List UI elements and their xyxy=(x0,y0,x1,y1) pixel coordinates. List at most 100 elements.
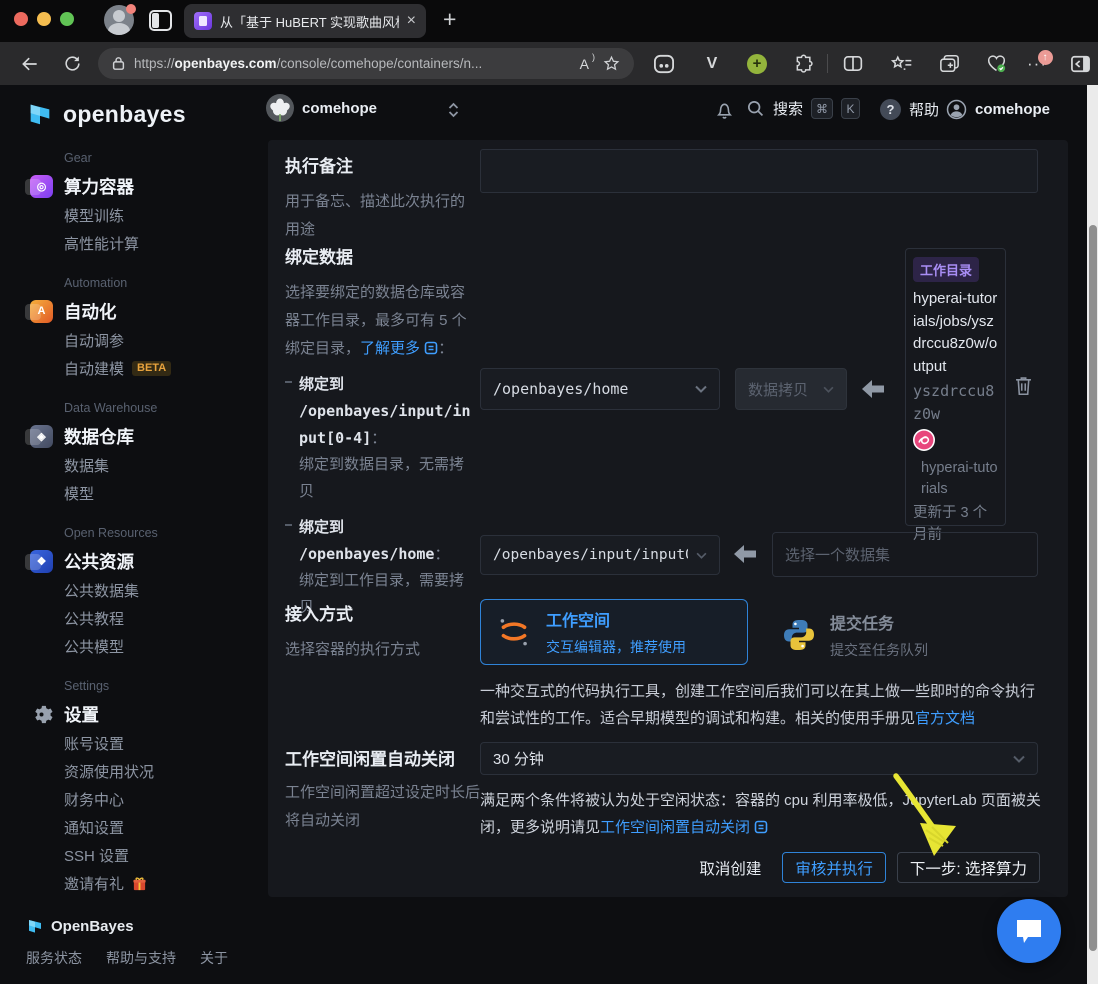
extensions-puzzle-icon[interactable] xyxy=(786,42,822,85)
read-aloud-icon[interactable]: A xyxy=(580,56,594,72)
access-option-workspace[interactable]: 工作空间 交互编辑器，推荐使用 xyxy=(480,599,748,665)
idle-docs-link[interactable]: 工作空间闲置自动关闭 xyxy=(600,819,750,836)
sidebar-item-notification-settings[interactable]: 通知设置 xyxy=(64,817,268,838)
new-tab-button[interactable]: + xyxy=(443,6,456,33)
search-button[interactable]: 搜索 ⌘ K xyxy=(746,98,860,119)
browser-essentials-icon[interactable] xyxy=(978,42,1014,85)
review-and-run-button[interactable]: 审核并执行 xyxy=(782,852,886,883)
tab-actions-icon[interactable] xyxy=(931,42,967,85)
more-menu-icon[interactable]: ···↑ xyxy=(1019,42,1055,85)
access-option-task[interactable]: 提交任务 提交至任务队列 xyxy=(781,610,928,660)
sidebar-item-models[interactable]: 模型 xyxy=(64,483,268,504)
beta-badge: BETA xyxy=(132,361,171,376)
sidebar-item-settings[interactable]: 设置 xyxy=(30,702,268,726)
workdir-path: hyperai-tutorials/jobs/yszdrccu8z0w/outp… xyxy=(913,288,998,378)
sidebar-item-resource-usage[interactable]: 资源使用状况 xyxy=(64,761,268,782)
form-actions: 取消创建 审核并执行 下一步: 选择算力 xyxy=(689,852,1040,883)
openbayes-logo-icon xyxy=(26,100,54,128)
footer-brand[interactable]: OpenBayes xyxy=(26,917,228,935)
footer-link-status[interactable]: 服务状态 xyxy=(26,948,82,968)
workspace-option-desc: 交互编辑器，推荐使用 xyxy=(546,637,686,657)
dataset-select[interactable]: 选择一个数据集 xyxy=(772,532,1038,577)
footer-link-support[interactable]: 帮助与支持 xyxy=(106,948,176,968)
side-panel-icon[interactable] xyxy=(1062,42,1098,85)
sidebar-item-referral[interactable]: 邀请有礼 xyxy=(64,873,268,894)
cancel-button[interactable]: 取消创建 xyxy=(689,852,771,883)
trash-icon[interactable] xyxy=(1013,374,1034,402)
workspace-selector[interactable]: comehope xyxy=(266,94,377,122)
binding-label: 绑定数据 xyxy=(285,243,471,268)
minimize-window-button[interactable] xyxy=(37,12,51,26)
jupyter-icon xyxy=(495,613,533,651)
sidebar-item-datasets[interactable]: 数据集 xyxy=(64,455,268,476)
help-label: 帮助 xyxy=(909,99,939,120)
footer-link-about[interactable]: 关于 xyxy=(200,948,228,968)
workdir-job-id: yszdrccu8z0w xyxy=(913,380,998,425)
next-step-button[interactable]: 下一步: 选择算力 xyxy=(897,852,1040,883)
doc-link-icon[interactable] xyxy=(754,820,768,834)
docs-link[interactable]: 官方文档 xyxy=(915,710,975,727)
reload-icon[interactable] xyxy=(54,42,90,85)
maximize-window-button[interactable] xyxy=(60,12,74,26)
chevron-down-icon xyxy=(823,386,834,393)
user-menu[interactable]: comehope xyxy=(946,99,1050,120)
doc-link-icon[interactable] xyxy=(424,341,438,355)
workspace-chevrons-icon[interactable] xyxy=(448,102,459,123)
dark-reader-icon[interactable]: V xyxy=(694,42,730,85)
sidebar-item-containers[interactable]: ◎ 算力容器 xyxy=(30,174,268,198)
lock-icon xyxy=(112,56,125,71)
sidebar-item-public-datasets[interactable]: 公共数据集 xyxy=(64,580,268,601)
tab-switcher-icon[interactable] xyxy=(149,10,172,31)
collections-icon[interactable] xyxy=(884,42,920,85)
sidebar-item-public-tutorials[interactable]: 公共教程 xyxy=(64,608,268,629)
sidebar: openbayes Gear ◎ 算力容器 模型训练 高性能计算 Automat… xyxy=(0,85,268,984)
copy-mode-select[interactable]: 数据拷贝 xyxy=(735,368,847,410)
access-note: 一种交互式的代码执行工具，创建工作空间后我们可以在其上做一些即时的命令执行和尝试… xyxy=(480,678,1042,732)
update-badge: ↑ xyxy=(1038,50,1053,65)
sidebar-item-model-training[interactable]: 模型训练 xyxy=(64,205,268,226)
idle-note: 满足两个条件将被认为处于空闲状态：容器的 cpu 利用率极低，JupyterLa… xyxy=(480,787,1042,841)
username: comehope xyxy=(975,101,1050,118)
screen: 从「基于 HuBERT 实现歌曲风格转 × + https://openbaye… xyxy=(0,0,1098,984)
sidebar-item-automation[interactable]: A 自动化 xyxy=(30,299,268,323)
section-header-data-warehouse: Data Warehouse xyxy=(64,401,268,416)
help-button[interactable]: ? 帮助 xyxy=(880,99,939,120)
tab-close-icon[interactable]: × xyxy=(407,13,416,29)
sidebar-item-billing-center[interactable]: 财务中心 xyxy=(64,789,268,810)
back-icon[interactable] xyxy=(12,42,48,85)
adblock-icon[interactable]: + xyxy=(739,42,775,85)
sidebar-item-auto-tuning[interactable]: 自动调参 xyxy=(64,330,268,351)
browser-tab[interactable]: 从「基于 HuBERT 实现歌曲风格转 × xyxy=(184,4,426,38)
create-container-form: 执行备注 用于备忘、描述此次执行的用途 绑定数据 选择要绑定的数据仓库或容器工作… xyxy=(268,140,1068,897)
sidebar-item-ssh-settings[interactable]: SSH 设置 xyxy=(64,845,268,866)
sidebar-item-public-models[interactable]: 公共模型 xyxy=(64,636,268,657)
scrollbar-thumb[interactable] xyxy=(1089,225,1097,951)
data-warehouse-icon: ◈ xyxy=(30,425,53,448)
chat-widget-button[interactable] xyxy=(997,899,1061,963)
bind-arrow-icon xyxy=(860,378,886,400)
note-input[interactable] xyxy=(480,149,1038,193)
idle-timeout-select[interactable]: 30 分钟 xyxy=(480,742,1038,775)
split-screen-icon[interactable] xyxy=(835,42,871,85)
automation-icon: A xyxy=(30,300,53,323)
extension-robot-icon[interactable] xyxy=(646,42,682,85)
mount-path-select-input0[interactable]: /openbayes/input/input0 xyxy=(480,535,720,575)
sidebar-item-data-warehouse[interactable]: ◈ 数据仓库 xyxy=(30,424,268,448)
search-label: 搜索 xyxy=(773,98,803,119)
mount-path-select-home[interactable]: /openbayes/home xyxy=(480,368,720,410)
note-label-block: 执行备注 用于备忘、描述此次执行的用途 xyxy=(285,152,471,244)
sidebar-item-account-settings[interactable]: 账号设置 xyxy=(64,733,268,754)
scrollbar-track[interactable] xyxy=(1087,85,1098,984)
sidebar-item-automl[interactable]: 自动建模 BETA xyxy=(64,358,268,379)
chevron-down-icon xyxy=(695,385,707,393)
sidebar-item-hpc[interactable]: 高性能计算 xyxy=(64,233,268,254)
learn-more-link[interactable]: 了解更多 xyxy=(360,340,420,357)
favorite-star-icon[interactable] xyxy=(603,55,620,72)
close-window-button[interactable] xyxy=(14,12,28,26)
sidebar-item-public-resources[interactable]: ❖ 公共资源 xyxy=(30,549,268,573)
url-bar[interactable]: https://openbayes.com/console/comehope/c… xyxy=(98,48,634,79)
bound-workdir-card[interactable]: 工作目录 hyperai-tutorials/jobs/yszdrccu8z0w… xyxy=(905,248,1006,526)
note-desc: 用于备忘、描述此次执行的用途 xyxy=(285,188,471,244)
bell-icon[interactable] xyxy=(714,99,735,126)
openbayes-logo[interactable]: openbayes xyxy=(26,99,268,129)
